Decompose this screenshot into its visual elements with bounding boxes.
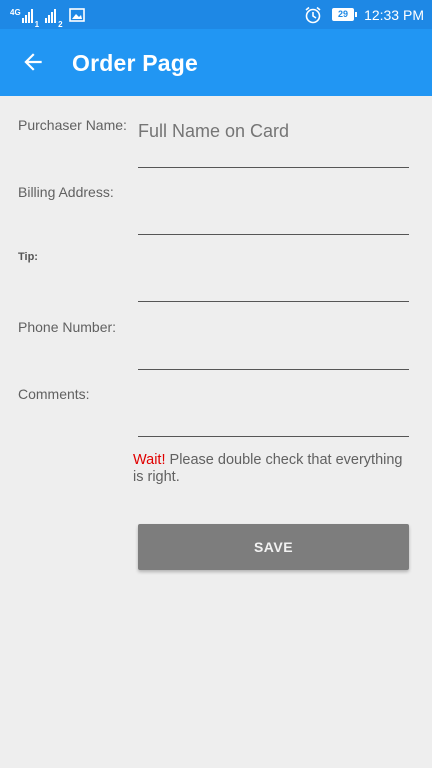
signal-sim2-icon: 2 <box>45 7 63 29</box>
tip-input[interactable] <box>138 270 409 302</box>
purchaser-name-input[interactable]: Full Name on Card <box>138 118 409 168</box>
comments-input[interactable] <box>138 405 409 437</box>
network-type-label: 4G <box>10 8 21 17</box>
tip-label: Tip: <box>18 251 38 263</box>
status-bar: 4G 1 2 29 12:33 PM <box>0 0 432 29</box>
warning-text: Please double check that everything is r… <box>133 452 403 485</box>
sim1-label: 1 <box>34 20 40 29</box>
warning-prefix: Wait! <box>133 452 166 468</box>
signal-sim1-icon: 4G 1 <box>10 7 39 30</box>
status-time: 12:33 PM <box>364 6 424 23</box>
sim2-label: 2 <box>58 20 63 29</box>
status-left-icons: 4G 1 2 <box>10 3 85 30</box>
phone-number-input[interactable] <box>138 338 409 370</box>
app-bar: Order Page <box>0 29 432 96</box>
billing-address-label: Billing Address: <box>18 184 114 200</box>
warning-message: Wait! Please double check that everythin… <box>133 452 413 486</box>
comments-label: Comments: <box>18 386 90 402</box>
status-right-icons: 29 12:33 PM <box>304 0 424 29</box>
alarm-icon <box>305 6 321 23</box>
purchaser-name-label: Purchaser Name: <box>18 117 127 133</box>
image-notification-icon <box>68 8 85 22</box>
battery-icon: 29 <box>332 8 358 21</box>
phone-number-label: Phone Number: <box>18 319 117 335</box>
page-title: Order Page <box>72 50 198 76</box>
save-button[interactable]: SAVE <box>138 524 409 570</box>
arrow-left-icon[interactable] <box>20 49 46 75</box>
billing-address-input[interactable] <box>138 203 409 235</box>
